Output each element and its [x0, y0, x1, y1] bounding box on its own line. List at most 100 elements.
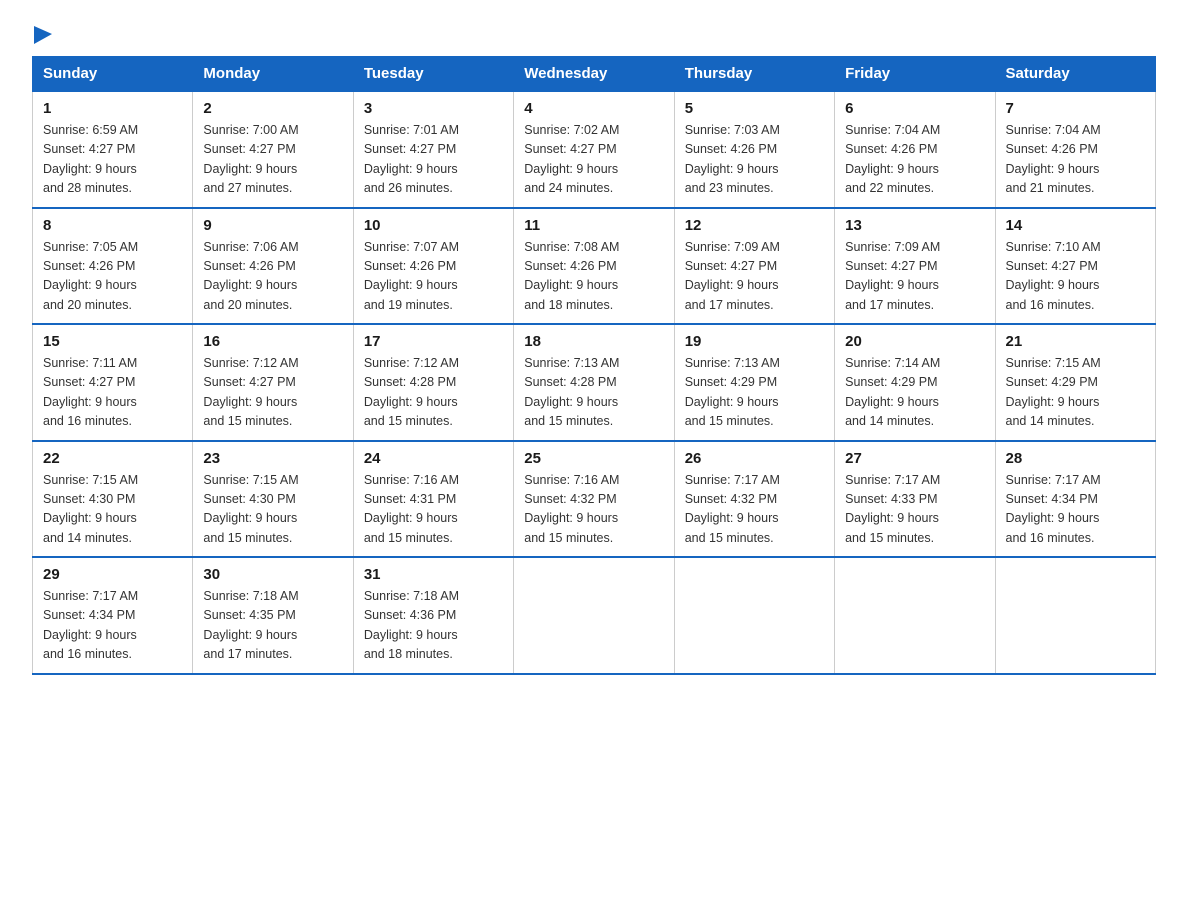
- calendar-cell: 11 Sunrise: 7:08 AMSunset: 4:26 PMDaylig…: [514, 208, 674, 325]
- calendar-cell: 19 Sunrise: 7:13 AMSunset: 4:29 PMDaylig…: [674, 324, 834, 441]
- day-info: Sunrise: 7:04 AMSunset: 4:26 PMDaylight:…: [1006, 123, 1101, 195]
- day-info: Sunrise: 7:07 AMSunset: 4:26 PMDaylight:…: [364, 240, 459, 312]
- calendar-week-row: 15 Sunrise: 7:11 AMSunset: 4:27 PMDaylig…: [33, 324, 1156, 441]
- column-header-sunday: Sunday: [33, 57, 193, 92]
- calendar-cell: [835, 557, 995, 674]
- day-number: 16: [203, 333, 342, 350]
- day-info: Sunrise: 7:08 AMSunset: 4:26 PMDaylight:…: [524, 240, 619, 312]
- calendar-week-row: 8 Sunrise: 7:05 AMSunset: 4:26 PMDayligh…: [33, 208, 1156, 325]
- calendar-cell: 27 Sunrise: 7:17 AMSunset: 4:33 PMDaylig…: [835, 441, 995, 558]
- page-header: [32, 24, 1156, 44]
- day-number: 31: [364, 566, 503, 583]
- day-info: Sunrise: 7:16 AMSunset: 4:31 PMDaylight:…: [364, 473, 459, 545]
- day-number: 4: [524, 100, 663, 117]
- day-info: Sunrise: 7:06 AMSunset: 4:26 PMDaylight:…: [203, 240, 298, 312]
- day-number: 25: [524, 450, 663, 467]
- day-info: Sunrise: 7:17 AMSunset: 4:34 PMDaylight:…: [1006, 473, 1101, 545]
- day-number: 11: [524, 217, 663, 234]
- day-info: Sunrise: 7:04 AMSunset: 4:26 PMDaylight:…: [845, 123, 940, 195]
- calendar-cell: 15 Sunrise: 7:11 AMSunset: 4:27 PMDaylig…: [33, 324, 193, 441]
- day-number: 26: [685, 450, 824, 467]
- logo-triangle-icon: [34, 26, 52, 44]
- day-info: Sunrise: 7:01 AMSunset: 4:27 PMDaylight:…: [364, 123, 459, 195]
- day-number: 30: [203, 566, 342, 583]
- day-number: 17: [364, 333, 503, 350]
- column-header-thursday: Thursday: [674, 57, 834, 92]
- calendar-cell: 8 Sunrise: 7:05 AMSunset: 4:26 PMDayligh…: [33, 208, 193, 325]
- day-number: 18: [524, 333, 663, 350]
- day-info: Sunrise: 7:13 AMSunset: 4:29 PMDaylight:…: [685, 356, 780, 428]
- day-number: 12: [685, 217, 824, 234]
- logo: [32, 24, 52, 44]
- calendar-cell: 29 Sunrise: 7:17 AMSunset: 4:34 PMDaylig…: [33, 557, 193, 674]
- calendar-cell: [995, 557, 1155, 674]
- day-info: Sunrise: 7:17 AMSunset: 4:34 PMDaylight:…: [43, 589, 138, 661]
- calendar-cell: 24 Sunrise: 7:16 AMSunset: 4:31 PMDaylig…: [353, 441, 513, 558]
- day-info: Sunrise: 7:11 AMSunset: 4:27 PMDaylight:…: [43, 356, 137, 428]
- calendar-week-row: 22 Sunrise: 7:15 AMSunset: 4:30 PMDaylig…: [33, 441, 1156, 558]
- day-number: 5: [685, 100, 824, 117]
- calendar-cell: 9 Sunrise: 7:06 AMSunset: 4:26 PMDayligh…: [193, 208, 353, 325]
- day-number: 24: [364, 450, 503, 467]
- calendar-cell: [674, 557, 834, 674]
- day-number: 23: [203, 450, 342, 467]
- calendar-cell: 25 Sunrise: 7:16 AMSunset: 4:32 PMDaylig…: [514, 441, 674, 558]
- column-header-friday: Friday: [835, 57, 995, 92]
- day-info: Sunrise: 7:12 AMSunset: 4:28 PMDaylight:…: [364, 356, 459, 428]
- calendar-cell: 23 Sunrise: 7:15 AMSunset: 4:30 PMDaylig…: [193, 441, 353, 558]
- calendar-cell: 14 Sunrise: 7:10 AMSunset: 4:27 PMDaylig…: [995, 208, 1155, 325]
- day-info: Sunrise: 7:18 AMSunset: 4:36 PMDaylight:…: [364, 589, 459, 661]
- calendar-cell: 2 Sunrise: 7:00 AMSunset: 4:27 PMDayligh…: [193, 91, 353, 208]
- calendar-cell: 10 Sunrise: 7:07 AMSunset: 4:26 PMDaylig…: [353, 208, 513, 325]
- day-number: 19: [685, 333, 824, 350]
- calendar-cell: [514, 557, 674, 674]
- day-info: Sunrise: 7:17 AMSunset: 4:32 PMDaylight:…: [685, 473, 780, 545]
- calendar-cell: 31 Sunrise: 7:18 AMSunset: 4:36 PMDaylig…: [353, 557, 513, 674]
- day-info: Sunrise: 7:03 AMSunset: 4:26 PMDaylight:…: [685, 123, 780, 195]
- day-number: 20: [845, 333, 984, 350]
- calendar-week-row: 1 Sunrise: 6:59 AMSunset: 4:27 PMDayligh…: [33, 91, 1156, 208]
- day-info: Sunrise: 7:13 AMSunset: 4:28 PMDaylight:…: [524, 356, 619, 428]
- column-header-saturday: Saturday: [995, 57, 1155, 92]
- day-number: 9: [203, 217, 342, 234]
- day-number: 27: [845, 450, 984, 467]
- day-number: 21: [1006, 333, 1145, 350]
- day-info: Sunrise: 7:18 AMSunset: 4:35 PMDaylight:…: [203, 589, 298, 661]
- day-number: 28: [1006, 450, 1145, 467]
- day-number: 8: [43, 217, 182, 234]
- calendar-cell: 22 Sunrise: 7:15 AMSunset: 4:30 PMDaylig…: [33, 441, 193, 558]
- day-number: 15: [43, 333, 182, 350]
- calendar-cell: 26 Sunrise: 7:17 AMSunset: 4:32 PMDaylig…: [674, 441, 834, 558]
- day-number: 7: [1006, 100, 1145, 117]
- day-info: Sunrise: 7:14 AMSunset: 4:29 PMDaylight:…: [845, 356, 940, 428]
- calendar-week-row: 29 Sunrise: 7:17 AMSunset: 4:34 PMDaylig…: [33, 557, 1156, 674]
- calendar-cell: 28 Sunrise: 7:17 AMSunset: 4:34 PMDaylig…: [995, 441, 1155, 558]
- day-number: 14: [1006, 217, 1145, 234]
- day-info: Sunrise: 7:15 AMSunset: 4:30 PMDaylight:…: [203, 473, 298, 545]
- calendar-cell: 5 Sunrise: 7:03 AMSunset: 4:26 PMDayligh…: [674, 91, 834, 208]
- day-number: 1: [43, 100, 182, 117]
- calendar-cell: 12 Sunrise: 7:09 AMSunset: 4:27 PMDaylig…: [674, 208, 834, 325]
- column-header-monday: Monday: [193, 57, 353, 92]
- calendar-cell: 7 Sunrise: 7:04 AMSunset: 4:26 PMDayligh…: [995, 91, 1155, 208]
- day-number: 10: [364, 217, 503, 234]
- day-info: Sunrise: 7:16 AMSunset: 4:32 PMDaylight:…: [524, 473, 619, 545]
- day-info: Sunrise: 6:59 AMSunset: 4:27 PMDaylight:…: [43, 123, 138, 195]
- day-info: Sunrise: 7:15 AMSunset: 4:29 PMDaylight:…: [1006, 356, 1101, 428]
- calendar-cell: 21 Sunrise: 7:15 AMSunset: 4:29 PMDaylig…: [995, 324, 1155, 441]
- day-info: Sunrise: 7:09 AMSunset: 4:27 PMDaylight:…: [845, 240, 940, 312]
- day-info: Sunrise: 7:09 AMSunset: 4:27 PMDaylight:…: [685, 240, 780, 312]
- column-header-tuesday: Tuesday: [353, 57, 513, 92]
- calendar-cell: 13 Sunrise: 7:09 AMSunset: 4:27 PMDaylig…: [835, 208, 995, 325]
- day-info: Sunrise: 7:02 AMSunset: 4:27 PMDaylight:…: [524, 123, 619, 195]
- calendar-cell: 6 Sunrise: 7:04 AMSunset: 4:26 PMDayligh…: [835, 91, 995, 208]
- day-number: 22: [43, 450, 182, 467]
- day-info: Sunrise: 7:05 AMSunset: 4:26 PMDaylight:…: [43, 240, 138, 312]
- day-info: Sunrise: 7:12 AMSunset: 4:27 PMDaylight:…: [203, 356, 298, 428]
- column-header-wednesday: Wednesday: [514, 57, 674, 92]
- calendar-cell: 30 Sunrise: 7:18 AMSunset: 4:35 PMDaylig…: [193, 557, 353, 674]
- day-number: 3: [364, 100, 503, 117]
- day-info: Sunrise: 7:15 AMSunset: 4:30 PMDaylight:…: [43, 473, 138, 545]
- calendar-cell: 20 Sunrise: 7:14 AMSunset: 4:29 PMDaylig…: [835, 324, 995, 441]
- calendar-cell: 1 Sunrise: 6:59 AMSunset: 4:27 PMDayligh…: [33, 91, 193, 208]
